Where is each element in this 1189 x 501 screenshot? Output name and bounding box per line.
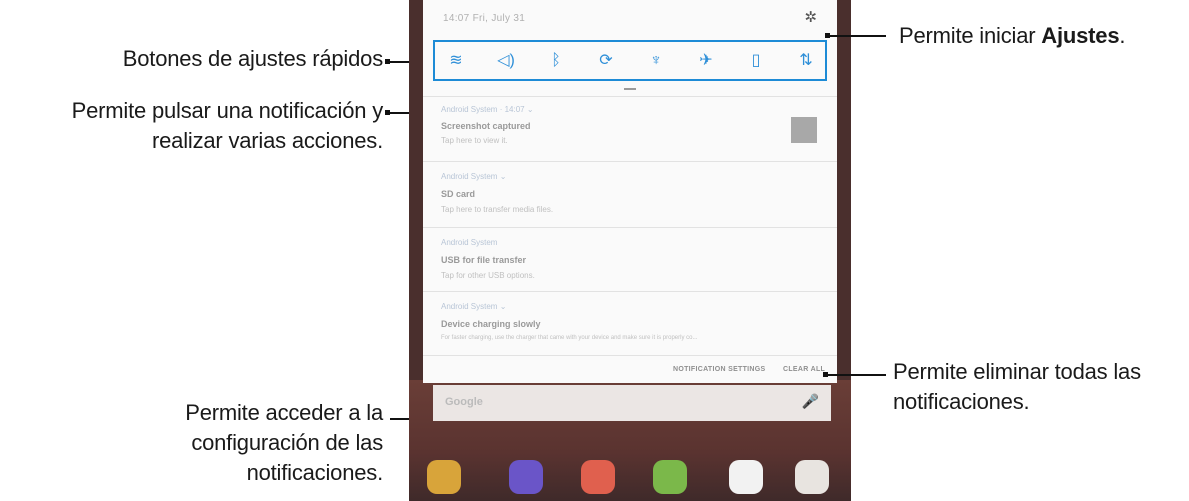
- camera-icon[interactable]: [509, 460, 543, 494]
- notification-title: USB for file transfer: [441, 255, 527, 265]
- clear-all-leader-dot: [823, 372, 828, 377]
- app-drawer-icon[interactable]: [795, 460, 829, 494]
- settings-caption-period: .: [1119, 23, 1126, 48]
- clear-all-caption: Permite eliminar todas las notificacione…: [893, 357, 1141, 417]
- notification-body: Tap here to view it.: [441, 136, 508, 145]
- notification-item[interactable]: Android System ⌄ Device charging slowly …: [423, 291, 837, 356]
- notification-item[interactable]: Android System USB for file transfer Tap…: [423, 227, 837, 292]
- notification-leader-dot: [385, 110, 390, 115]
- notification-settings-caption-line1: Permite acceder a la: [185, 400, 383, 425]
- app-icon-game[interactable]: [653, 460, 687, 494]
- notification-body: For faster charging, use the charger tha…: [441, 335, 698, 341]
- notification-app-name: Android System ⌄: [441, 302, 507, 311]
- quick-settings-caption: Botones de ajustes rápidos: [123, 44, 383, 74]
- notification-app-name: Android System · 14:07 ⌄: [441, 105, 534, 114]
- play-store-icon[interactable]: [729, 460, 763, 494]
- app-icon-galaxy[interactable]: [427, 460, 461, 494]
- phone-screen: 14:07 Fri, July 31 ✲ ≋ ◁) ᛒ ⟳ ♆ ✈ ▯ ⇅ An…: [409, 0, 851, 501]
- google-logo: Google: [445, 396, 483, 408]
- notification-title: Screenshot captured: [441, 121, 531, 131]
- email-icon[interactable]: [581, 460, 615, 494]
- bluetooth-icon[interactable]: ᛒ: [545, 50, 567, 72]
- sound-icon[interactable]: ◁): [495, 50, 517, 72]
- clear-all-leader-line: [826, 374, 886, 376]
- google-search-bar[interactable]: Google 🎤: [433, 385, 831, 421]
- mobile-data-icon[interactable]: ⇅: [795, 50, 817, 72]
- quick-settings-caption-text: Botones de ajustes rápidos: [122, 46, 383, 71]
- settings-leader-dot: [825, 33, 830, 38]
- power-saving-icon[interactable]: ▯: [745, 50, 767, 72]
- notification-settings-button[interactable]: NOTIFICATION SETTINGS: [673, 366, 766, 373]
- notification-body: Tap for other USB options.: [441, 271, 535, 280]
- notification-settings-caption: Permite acceder a la configuración de la…: [185, 398, 383, 488]
- notification-title: Device charging slowly: [441, 319, 541, 329]
- notification-item[interactable]: Android System ⌄ SD card Tap here to tra…: [423, 161, 837, 228]
- panel-footer-divider: [423, 355, 837, 356]
- gear-icon[interactable]: ✲: [804, 10, 817, 26]
- notification-caption-line1: Permite pulsar una notificación y: [71, 98, 384, 123]
- flashlight-icon[interactable]: ♆: [645, 50, 667, 72]
- clear-all-caption-line1: Permite eliminar todas las: [893, 359, 1141, 384]
- notification-app-name: Android System ⌄: [441, 172, 507, 181]
- notification-title: SD card: [441, 189, 476, 199]
- auto-rotate-icon[interactable]: ⟳: [595, 50, 617, 72]
- microphone-icon[interactable]: 🎤: [802, 393, 819, 410]
- notification-panel: 14:07 Fri, July 31 ✲ ≋ ◁) ᛒ ⟳ ♆ ✈ ▯ ⇅ An…: [423, 0, 837, 383]
- settings-caption-bold: Ajustes: [1041, 23, 1120, 48]
- clear-all-caption-line2: notificaciones.: [893, 389, 1030, 414]
- airplane-mode-icon[interactable]: ✈: [695, 50, 717, 72]
- notification-caption-line2: realizar varias acciones.: [152, 128, 383, 153]
- notification-settings-caption-line3: notificaciones.: [246, 460, 384, 485]
- notification-settings-caption-line2: configuración de las: [191, 430, 383, 455]
- quick-settings-leader-dot: [385, 59, 390, 64]
- wifi-icon[interactable]: ≋: [445, 50, 467, 72]
- quick-settings-buttons: ≋ ◁) ᛒ ⟳ ♆ ✈ ▯ ⇅: [433, 40, 827, 81]
- notification-app-name: Android System: [441, 238, 498, 247]
- notification-item[interactable]: Android System · 14:07 ⌄ Screenshot capt…: [423, 96, 837, 162]
- notification-body: Tap here to transfer media files.: [441, 205, 554, 214]
- screenshot-thumbnail: [791, 117, 817, 143]
- settings-caption-text: Permite iniciar: [899, 23, 1042, 48]
- panel-status-row: 14:07 Fri, July 31 ✲: [423, 0, 837, 38]
- clear-all-button[interactable]: CLEAR ALL: [783, 366, 825, 373]
- settings-caption: Permite iniciar Ajustes.: [899, 21, 1125, 51]
- settings-leader-line: [828, 35, 886, 37]
- panel-drag-handle[interactable]: [624, 88, 636, 90]
- notification-caption: Permite pulsar una notificación y realiz…: [71, 96, 384, 156]
- status-date-time: 14:07 Fri, July 31: [443, 13, 526, 24]
